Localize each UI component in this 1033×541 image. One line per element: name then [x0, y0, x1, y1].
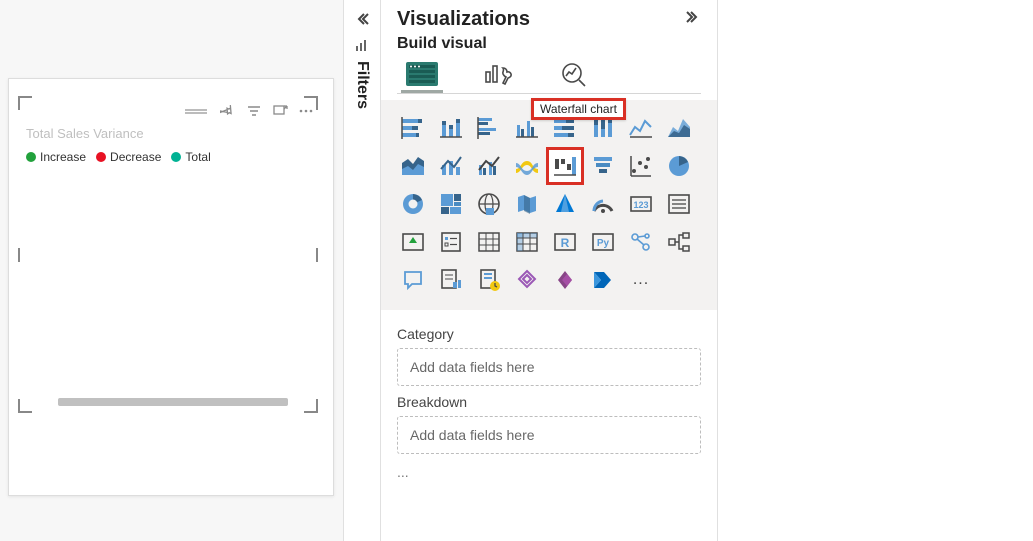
table-icon[interactable]: [471, 224, 507, 260]
legend-item-decrease: Decrease: [96, 150, 161, 164]
analytics-tab[interactable]: [553, 57, 595, 93]
line-stacked-column-chart-icon[interactable]: [433, 148, 469, 184]
key-influencers-icon[interactable]: [623, 224, 659, 260]
stacked-column-chart-icon[interactable]: [433, 110, 469, 146]
kpi-icon[interactable]: [395, 224, 431, 260]
resize-handle-br[interactable]: [304, 399, 318, 413]
field-well-label-category: Category: [397, 326, 701, 342]
expand-pane-button[interactable]: [685, 9, 701, 30]
expand-filters-button[interactable]: [343, 0, 381, 38]
clustered-bar-chart-icon[interactable]: [471, 110, 507, 146]
stacked-area-chart-icon[interactable]: [395, 148, 431, 184]
more-options-icon[interactable]: [297, 102, 315, 120]
field-wells-more: ...: [397, 464, 701, 480]
pane-subtitle: Build visual: [381, 33, 717, 57]
legend-dot-total: [171, 152, 181, 162]
field-well-breakdown[interactable]: Add data fields here: [397, 416, 701, 454]
stacked-bar-chart-icon[interactable]: [395, 110, 431, 146]
r-visual-icon[interactable]: R: [547, 224, 583, 260]
drag-grip-icon[interactable]: [185, 108, 207, 114]
visualization-gallery: Waterfall chart: [381, 100, 717, 310]
gallery-tooltip: Waterfall chart: [531, 98, 626, 120]
matrix-icon[interactable]: [509, 224, 545, 260]
filters-pane-label[interactable]: Filters: [353, 61, 371, 109]
resize-handle-bl[interactable]: [18, 399, 32, 413]
python-visual-icon[interactable]: Py: [585, 224, 621, 260]
scatter-chart-icon[interactable]: [623, 148, 659, 184]
azure-map-icon[interactable]: [547, 186, 583, 222]
line-chart-icon[interactable]: [623, 110, 659, 146]
visualizations-pane: Visualizations Build visual Waterfall ch…: [381, 0, 718, 541]
format-visual-tab[interactable]: [477, 57, 519, 93]
svg-text:123: 123: [633, 200, 648, 210]
pane-header: Visualizations: [381, 0, 717, 33]
legend-label: Decrease: [110, 150, 161, 164]
field-wells-area: Category Add data fields here Breakdown …: [381, 310, 717, 488]
visual-scrollbar[interactable]: [58, 398, 288, 406]
svg-text:Py: Py: [597, 238, 610, 249]
app-root: Total Sales Variance Increase Decrease T…: [0, 0, 1033, 541]
visual-container[interactable]: Total Sales Variance Increase Decrease T…: [18, 96, 318, 413]
field-well-category[interactable]: Add data fields here: [397, 348, 701, 386]
field-well-label-breakdown: Breakdown: [397, 394, 701, 410]
line-clustered-column-chart-icon[interactable]: [471, 148, 507, 184]
pin-icon[interactable]: [219, 102, 237, 120]
report-canvas-area: Total Sales Variance Increase Decrease T…: [0, 0, 343, 541]
power-apps-icon[interactable]: [547, 262, 583, 298]
legend-item-increase: Increase: [26, 150, 86, 164]
filters-pane-collapsed: Filters: [343, 0, 381, 541]
filled-map-icon[interactable]: [509, 186, 545, 222]
power-automate-icon[interactable]: [585, 262, 621, 298]
visual-legend: Increase Decrease Total: [26, 150, 211, 164]
decomposition-tree-icon[interactable]: [661, 224, 697, 260]
build-visual-tab[interactable]: [401, 57, 443, 93]
legend-dot-decrease: [96, 152, 106, 162]
waterfall-chart-icon[interactable]: [547, 148, 583, 184]
legend-label: Total: [185, 150, 210, 164]
focus-mode-icon[interactable]: [271, 102, 289, 120]
map-icon[interactable]: [471, 186, 507, 222]
visual-title-placeholder: Total Sales Variance: [26, 126, 144, 141]
smart-narrative-icon[interactable]: [433, 262, 469, 298]
legend-item-total: Total: [171, 150, 210, 164]
donut-chart-icon[interactable]: [395, 186, 431, 222]
gauge-icon[interactable]: [585, 186, 621, 222]
arcgis-map-icon[interactable]: [509, 262, 545, 298]
paginated-report-icon[interactable]: [471, 262, 507, 298]
resize-handle-left[interactable]: [18, 248, 20, 262]
slicer-icon[interactable]: [433, 224, 469, 260]
resize-handle-right[interactable]: [316, 248, 318, 262]
pie-chart-icon[interactable]: [661, 148, 697, 184]
visual-header-toolbar: [185, 98, 315, 124]
filters-mini-icon: [355, 40, 369, 55]
filter-visual-icon[interactable]: [245, 102, 263, 120]
svg-text:R: R: [561, 236, 570, 250]
multi-row-card-icon[interactable]: [661, 186, 697, 222]
ribbon-chart-icon[interactable]: [509, 148, 545, 184]
funnel-chart-icon[interactable]: [585, 148, 621, 184]
resize-handle-tl[interactable]: [18, 96, 32, 110]
card-icon[interactable]: 123: [623, 186, 659, 222]
treemap-icon[interactable]: [433, 186, 469, 222]
area-chart-icon[interactable]: [661, 110, 697, 146]
pane-mode-tabs: [381, 57, 717, 93]
pane-title: Visualizations: [397, 8, 530, 31]
qna-visual-icon[interactable]: [395, 262, 431, 298]
legend-label: Increase: [40, 150, 86, 164]
legend-dot-increase: [26, 152, 36, 162]
get-more-visuals-icon[interactable]: ...: [623, 262, 659, 298]
